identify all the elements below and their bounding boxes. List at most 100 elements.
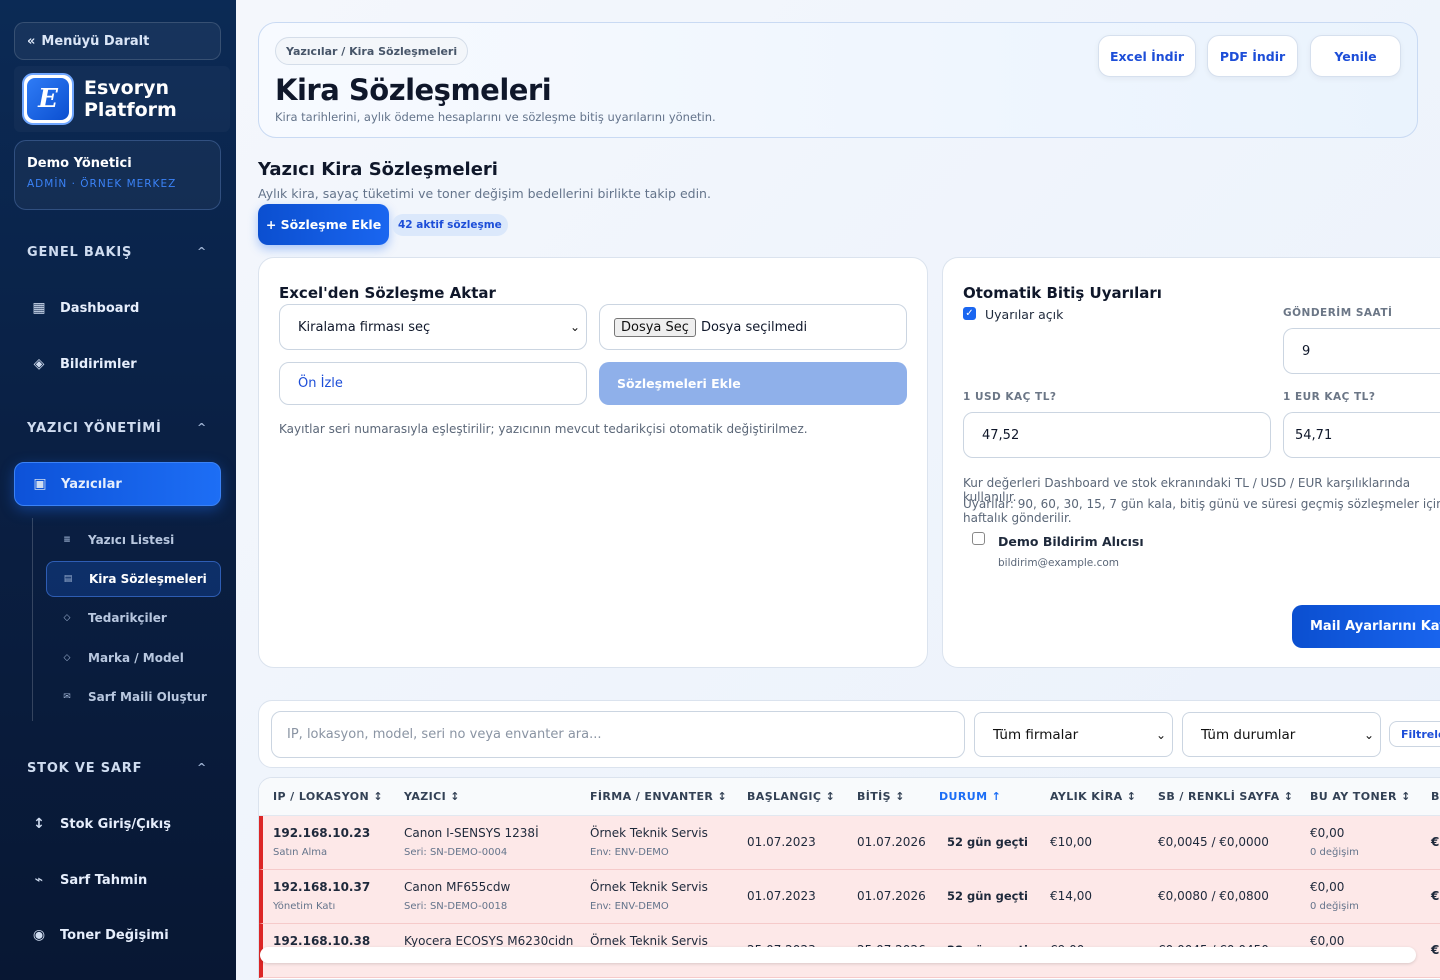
sidebar-item-label: Stok Giriş/Çıkış	[60, 816, 171, 832]
col-extra[interactable]: BU	[1431, 790, 1440, 803]
sidebar-subitem-label: Kira Sözleşmeleri	[89, 572, 207, 586]
import-hint: Kayıtlar seri numarasıyla eşleştirilir; …	[279, 422, 808, 436]
sidebar-subitem-rental-contracts[interactable]: ▤ Kira Sözleşmeleri	[46, 561, 221, 597]
row-toner: €0,00	[1310, 934, 1345, 948]
sidebar-item-dashboard[interactable]: ▦ Dashboard	[14, 286, 221, 330]
sidebar-item-toner-change[interactable]: ◉ Toner Değişimi	[14, 913, 221, 957]
row-location: Yönetim Katı	[273, 901, 336, 912]
row-extra: €	[1431, 889, 1440, 903]
main-content: Yazıcılar / Kira Sözleşmeleri Kira Sözle…	[236, 0, 1440, 980]
sidebar-item-label: Toner Değişimi	[60, 927, 169, 943]
firm-filter-select[interactable]: Tüm firmalar ⌄	[974, 712, 1173, 757]
recipient-name: Demo Bildirim Alıcısı	[998, 534, 1144, 549]
usd-rate-input[interactable]: 47,52	[963, 412, 1271, 458]
collapse-menu-button[interactable]: « Menüyü Daralt	[14, 22, 221, 60]
choose-file-button[interactable]: Dosya Seç	[614, 317, 696, 337]
excel-download-button[interactable]: Excel İndir	[1098, 35, 1196, 77]
col-status[interactable]: DURUM ↑	[939, 790, 1001, 803]
table-row[interactable]: 192.168.10.23 Satın Alma Canon I-SENSYS …	[259, 816, 1440, 870]
alerts-enabled-label: Uyarılar açık	[985, 307, 1064, 322]
user-name: Demo Yönetici	[27, 156, 132, 171]
preview-button[interactable]: Ön İzle	[279, 362, 587, 405]
sidebar-subitem-suppliers[interactable]: ◇ Tedarikçiler	[46, 600, 221, 636]
pdf-download-button[interactable]: PDF İndir	[1207, 35, 1298, 77]
alerts-card-title: Otomatik Bitiş Uyarıları	[963, 284, 1162, 302]
horizontal-scrollbar[interactable]	[260, 947, 1416, 963]
file-status: Dosya seçilmedi	[700, 319, 808, 335]
row-serial: Seri: SN-DEMO-0018	[404, 901, 508, 912]
chevron-down-icon: ⌄	[1155, 727, 1166, 742]
section-overview[interactable]: GENEL BAKIŞ ^	[27, 245, 207, 260]
firm-select-value: Kiralama firması seç	[298, 319, 431, 335]
table-row[interactable]: 192.168.10.37 Yönetim Katı Canon MF655cd…	[259, 870, 1440, 924]
status-filter-select[interactable]: Tüm durumlar ⌄	[1182, 712, 1381, 757]
row-page-cost: €0,0080 / €0,0800	[1158, 889, 1269, 903]
usd-rate-value: 47,52	[982, 427, 1020, 443]
user-card[interactable]: Demo Yönetici ADMİN · ÖRNEK MERKEZ	[14, 140, 221, 210]
col-printer[interactable]: YAZICI ↕	[404, 790, 460, 803]
row-firm: Örnek Teknik Servis	[590, 880, 708, 894]
col-toner[interactable]: BU AY TONER ↕	[1310, 790, 1411, 803]
row-ip: 192.168.10.23	[273, 826, 371, 840]
grid-icon: ▦	[32, 300, 46, 316]
sidebar-item-label: Yazıcılar	[61, 476, 122, 492]
section-printer-management[interactable]: YAZICI YÖNETİMİ ^	[27, 421, 207, 436]
col-monthly-rent[interactable]: AYLIK KİRA ↕	[1050, 790, 1136, 803]
page-header: Yazıcılar / Kira Sözleşmeleri Kira Sözle…	[258, 22, 1418, 138]
section-title: Yazıcı Kira Sözleşmeleri	[258, 159, 498, 180]
row-serial: Seri: SN-DEMO-0004	[404, 847, 508, 858]
col-page-cost[interactable]: SB / RENKLİ SAYFA ↕	[1158, 790, 1293, 803]
row-extra: €	[1431, 943, 1440, 957]
sidebar-item-consumable-forecast[interactable]: ⌁ Sarf Tahmin	[14, 858, 221, 902]
row-toner: €0,00	[1310, 880, 1345, 894]
sidebar-subitem-printer-list[interactable]: ≡ Yazıcı Listesi	[46, 522, 221, 558]
row-model: Canon I-SENSYS 1238İ	[404, 826, 539, 840]
col-end[interactable]: BİTİŞ ↕	[857, 790, 905, 803]
add-contract-button[interactable]: + Sözleşme Ekle	[258, 204, 389, 245]
firm-filter-value: Tüm firmalar	[993, 726, 1079, 743]
sidebar-item-notifications[interactable]: ◈ Bildirimler	[14, 342, 221, 386]
col-start[interactable]: BAŞLANGIÇ ↕	[747, 790, 835, 803]
save-mail-settings-button[interactable]: Mail Ayarlarını Kaydet	[1292, 605, 1440, 648]
col-ip-location[interactable]: IP / LOKASYON ↕	[273, 790, 383, 803]
section-stock[interactable]: STOK VE SARF ^	[27, 761, 207, 776]
row-inventory: Env: ENV-DEMO	[590, 847, 669, 858]
row-firm: Örnek Teknik Servis	[590, 934, 708, 948]
send-hour-value: 9	[1302, 343, 1311, 359]
sidebar-item-label: Dashboard	[60, 300, 140, 316]
search-input[interactable]: IP, lokasyon, model, seri no veya envant…	[271, 711, 965, 758]
row-toner: €0,00	[1310, 826, 1345, 840]
file-input[interactable]: Dosya Seç Dosya seçilmedi	[599, 304, 907, 350]
alerts-note: Uyarılar: 90, 60, 30, 15, 7 gün kala, bi…	[963, 497, 1440, 525]
sidebar-subitem-label: Yazıcı Listesi	[88, 533, 175, 547]
col-firm-inventory[interactable]: FİRMA / ENVANTER ↕	[590, 790, 727, 803]
recipient-email: bildirim@example.com	[998, 557, 1120, 569]
clear-filters-button[interactable]: Filtreleri Temizle	[1389, 721, 1440, 747]
row-model: Canon MF655cdw	[404, 880, 511, 894]
refresh-button[interactable]: Yenile	[1310, 35, 1401, 77]
import-card: Excel'den Sözleşme Aktar Kiralama firmas…	[258, 257, 928, 668]
add-contracts-button[interactable]: Sözleşmeleri Ekle	[599, 362, 907, 405]
sidebar-subitem-consumable-mail[interactable]: ✉ Sarf Maili Oluştur	[46, 679, 221, 715]
sidebar-item-label: Bildirimler	[60, 356, 137, 372]
usd-rate-label: 1 USD KAÇ TL?	[963, 391, 1057, 403]
eur-rate-input[interactable]: 54,71	[1283, 412, 1440, 458]
active-count-badge: 42 aktif sözleşme	[392, 214, 508, 236]
alerts-enabled-checkbox[interactable]: ✓	[963, 307, 976, 320]
brand-name-line2: Platform	[84, 99, 177, 121]
sidebar-subitem-brand-model[interactable]: ◇ Marka / Model	[46, 640, 221, 676]
mail-icon: ✉	[63, 692, 71, 702]
row-rent: €10,00	[1050, 835, 1092, 849]
recipient-checkbox[interactable]	[972, 532, 985, 545]
row-status: 52 gün geçti	[947, 889, 1028, 903]
row-toner-sub: 0 değişim	[1310, 901, 1359, 912]
sidebar-item-printers[interactable]: ▣ Yazıcılar	[14, 462, 221, 506]
brand[interactable]: E Esvoryn Platform	[14, 66, 230, 132]
firm-select[interactable]: Kiralama firması seç ⌄	[279, 304, 587, 350]
filter-bar: IP, lokasyon, model, seri no veya envant…	[258, 700, 1440, 768]
section-printer-management-label: YAZICI YÖNETİMİ	[27, 421, 162, 436]
send-hour-input[interactable]: 9	[1283, 328, 1440, 374]
sidebar-item-stock-io[interactable]: ↕ Stok Giriş/Çıkış	[14, 802, 221, 846]
small-diamond-icon: ◇	[63, 653, 71, 663]
breadcrumb[interactable]: Yazıcılar / Kira Sözleşmeleri	[275, 37, 469, 65]
